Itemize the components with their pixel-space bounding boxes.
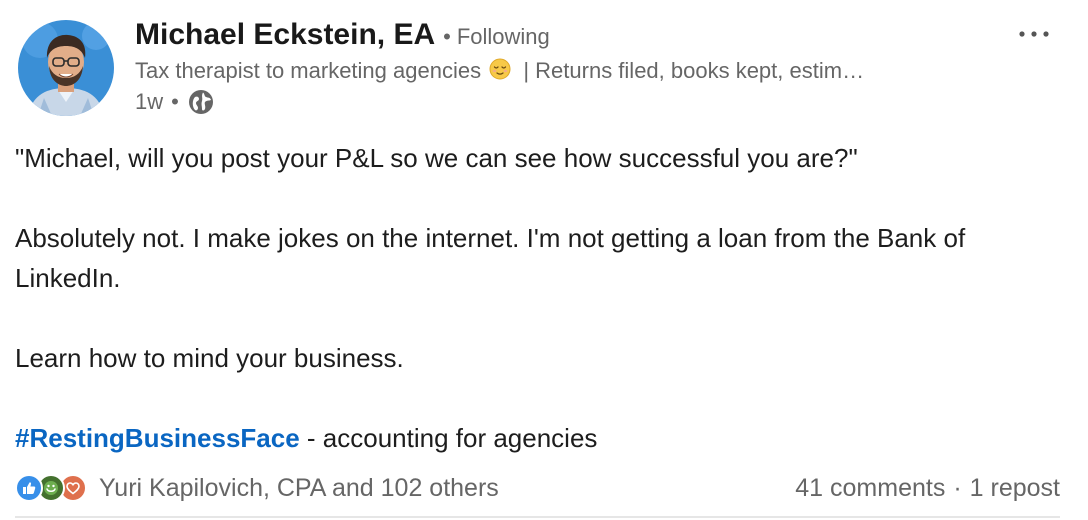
like-icon: [15, 474, 43, 502]
author-avatar[interactable]: [18, 20, 114, 116]
headline-text-end: | Returns filed, books kept, estim…: [523, 58, 865, 83]
relieved-face-emoji-icon: [489, 58, 511, 86]
counts-separator: ·: [953, 473, 962, 502]
post-hashtag-line: #RestingBusinessFace - accounting for ag…: [15, 418, 1065, 458]
author-headline: Tax therapist to marketing agencies | Re…: [135, 58, 975, 86]
meta-separator-dot: •: [171, 89, 179, 114]
reactions-summary[interactable]: Yuri Kapilovich, CPA and 102 others: [15, 474, 499, 503]
author-name-row: Michael Eckstein, EA • Following: [135, 18, 550, 52]
follow-status: Following: [456, 24, 550, 49]
more-options-icon: [1019, 31, 1049, 37]
hashtag-link[interactable]: #RestingBusinessFace: [15, 423, 300, 453]
post-paragraph: Absolutely not. I make jokes on the inte…: [15, 223, 966, 293]
author-name[interactable]: Michael Eckstein, EA: [135, 18, 435, 52]
post-time[interactable]: 1w: [135, 89, 163, 115]
globe-icon: [187, 88, 215, 116]
avatar-photo: [18, 20, 114, 116]
more-options-button[interactable]: [1014, 14, 1054, 54]
comments-count[interactable]: 41 comments: [795, 474, 945, 503]
headline-text-start: Tax therapist to marketing agencies: [135, 58, 482, 83]
divider: [15, 516, 1060, 518]
reposts-count[interactable]: 1 repost: [970, 474, 1060, 503]
post-paragraph: "Michael, will you post your P&L so we c…: [15, 143, 858, 173]
engagement-counts: 41 comments · 1 repost: [795, 474, 1060, 503]
post-meta: 1w •: [135, 88, 215, 116]
post-body: "Michael, will you post your P&L so we c…: [15, 138, 1065, 458]
name-separator-dot: •: [443, 24, 451, 49]
reactors-text: Yuri Kapilovich, CPA and 102 others: [99, 473, 499, 502]
social-counts-bar: Yuri Kapilovich, CPA and 102 others 41 c…: [15, 466, 1060, 510]
reaction-icons: [15, 474, 87, 502]
hashtag-suffix: - accounting for agencies: [299, 423, 598, 453]
post-paragraph: Learn how to mind your business.: [15, 343, 404, 373]
